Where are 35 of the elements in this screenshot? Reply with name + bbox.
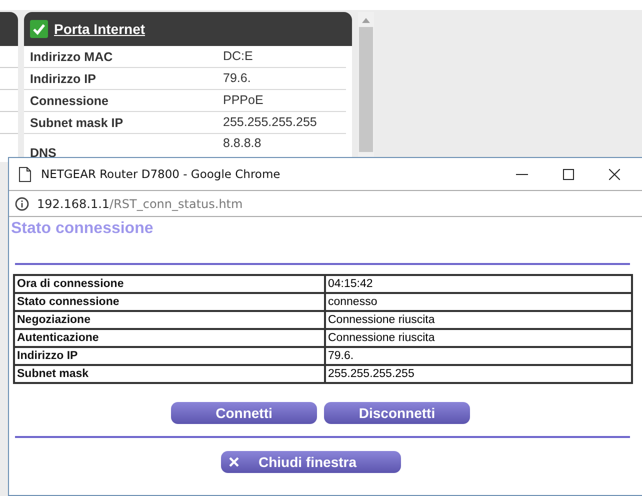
table-cell: Indirizzo IP	[14, 347, 325, 365]
table-cell: Connessione riuscita	[325, 329, 632, 347]
maximize-icon[interactable]	[563, 168, 574, 180]
action-button[interactable]: Connetti	[171, 402, 317, 424]
info-icon[interactable]	[15, 196, 29, 210]
close-icon[interactable]	[609, 168, 620, 180]
field-value: 79.6.	[223, 73, 251, 84]
action-button[interactable]: Disconnetti	[324, 402, 470, 424]
field-value: 8.8.8.8	[223, 138, 262, 149]
table-cell: Negoziazione	[14, 311, 325, 329]
table-cell: Subnet mask	[14, 365, 325, 383]
table-cell: connesso	[325, 293, 632, 311]
window-title: NETGEAR Router D7800 - Google Chrome	[41, 167, 280, 181]
field-value: PPPoE	[223, 95, 264, 106]
field-label: Connessione	[29, 94, 110, 108]
field-label: Indirizzo MAC	[29, 50, 114, 64]
close-window-button[interactable]: Chiudi finestra	[220, 451, 400, 473]
field-value: DC:E	[223, 51, 253, 62]
table-cell: Stato connessione	[14, 293, 325, 311]
scrollbar[interactable]	[358, 12, 374, 157]
card-title-link[interactable]: Porta Internet	[54, 21, 146, 37]
table-cell: 79.6.	[325, 347, 632, 365]
page-icon	[19, 166, 31, 182]
table-cell: Ora di connessione	[14, 275, 325, 293]
field-label: Subnet mask IP	[29, 116, 124, 130]
table-cell: Connessione riuscita	[325, 311, 632, 329]
table-cell: 255.255.255.255	[325, 365, 632, 383]
table-cell: Autenticazione	[14, 329, 325, 347]
field-label: Indirizzo IP	[29, 72, 97, 86]
field-label: DNS	[29, 146, 58, 160]
close-icon	[228, 457, 238, 467]
url-text[interactable]: 192.168.1.1/RST_conn_status.htm	[37, 196, 243, 210]
table-cell: 04:15:42	[325, 275, 632, 293]
page-heading: Stato connessione	[11, 220, 154, 238]
field-value: 255.255.255.255	[223, 117, 317, 128]
